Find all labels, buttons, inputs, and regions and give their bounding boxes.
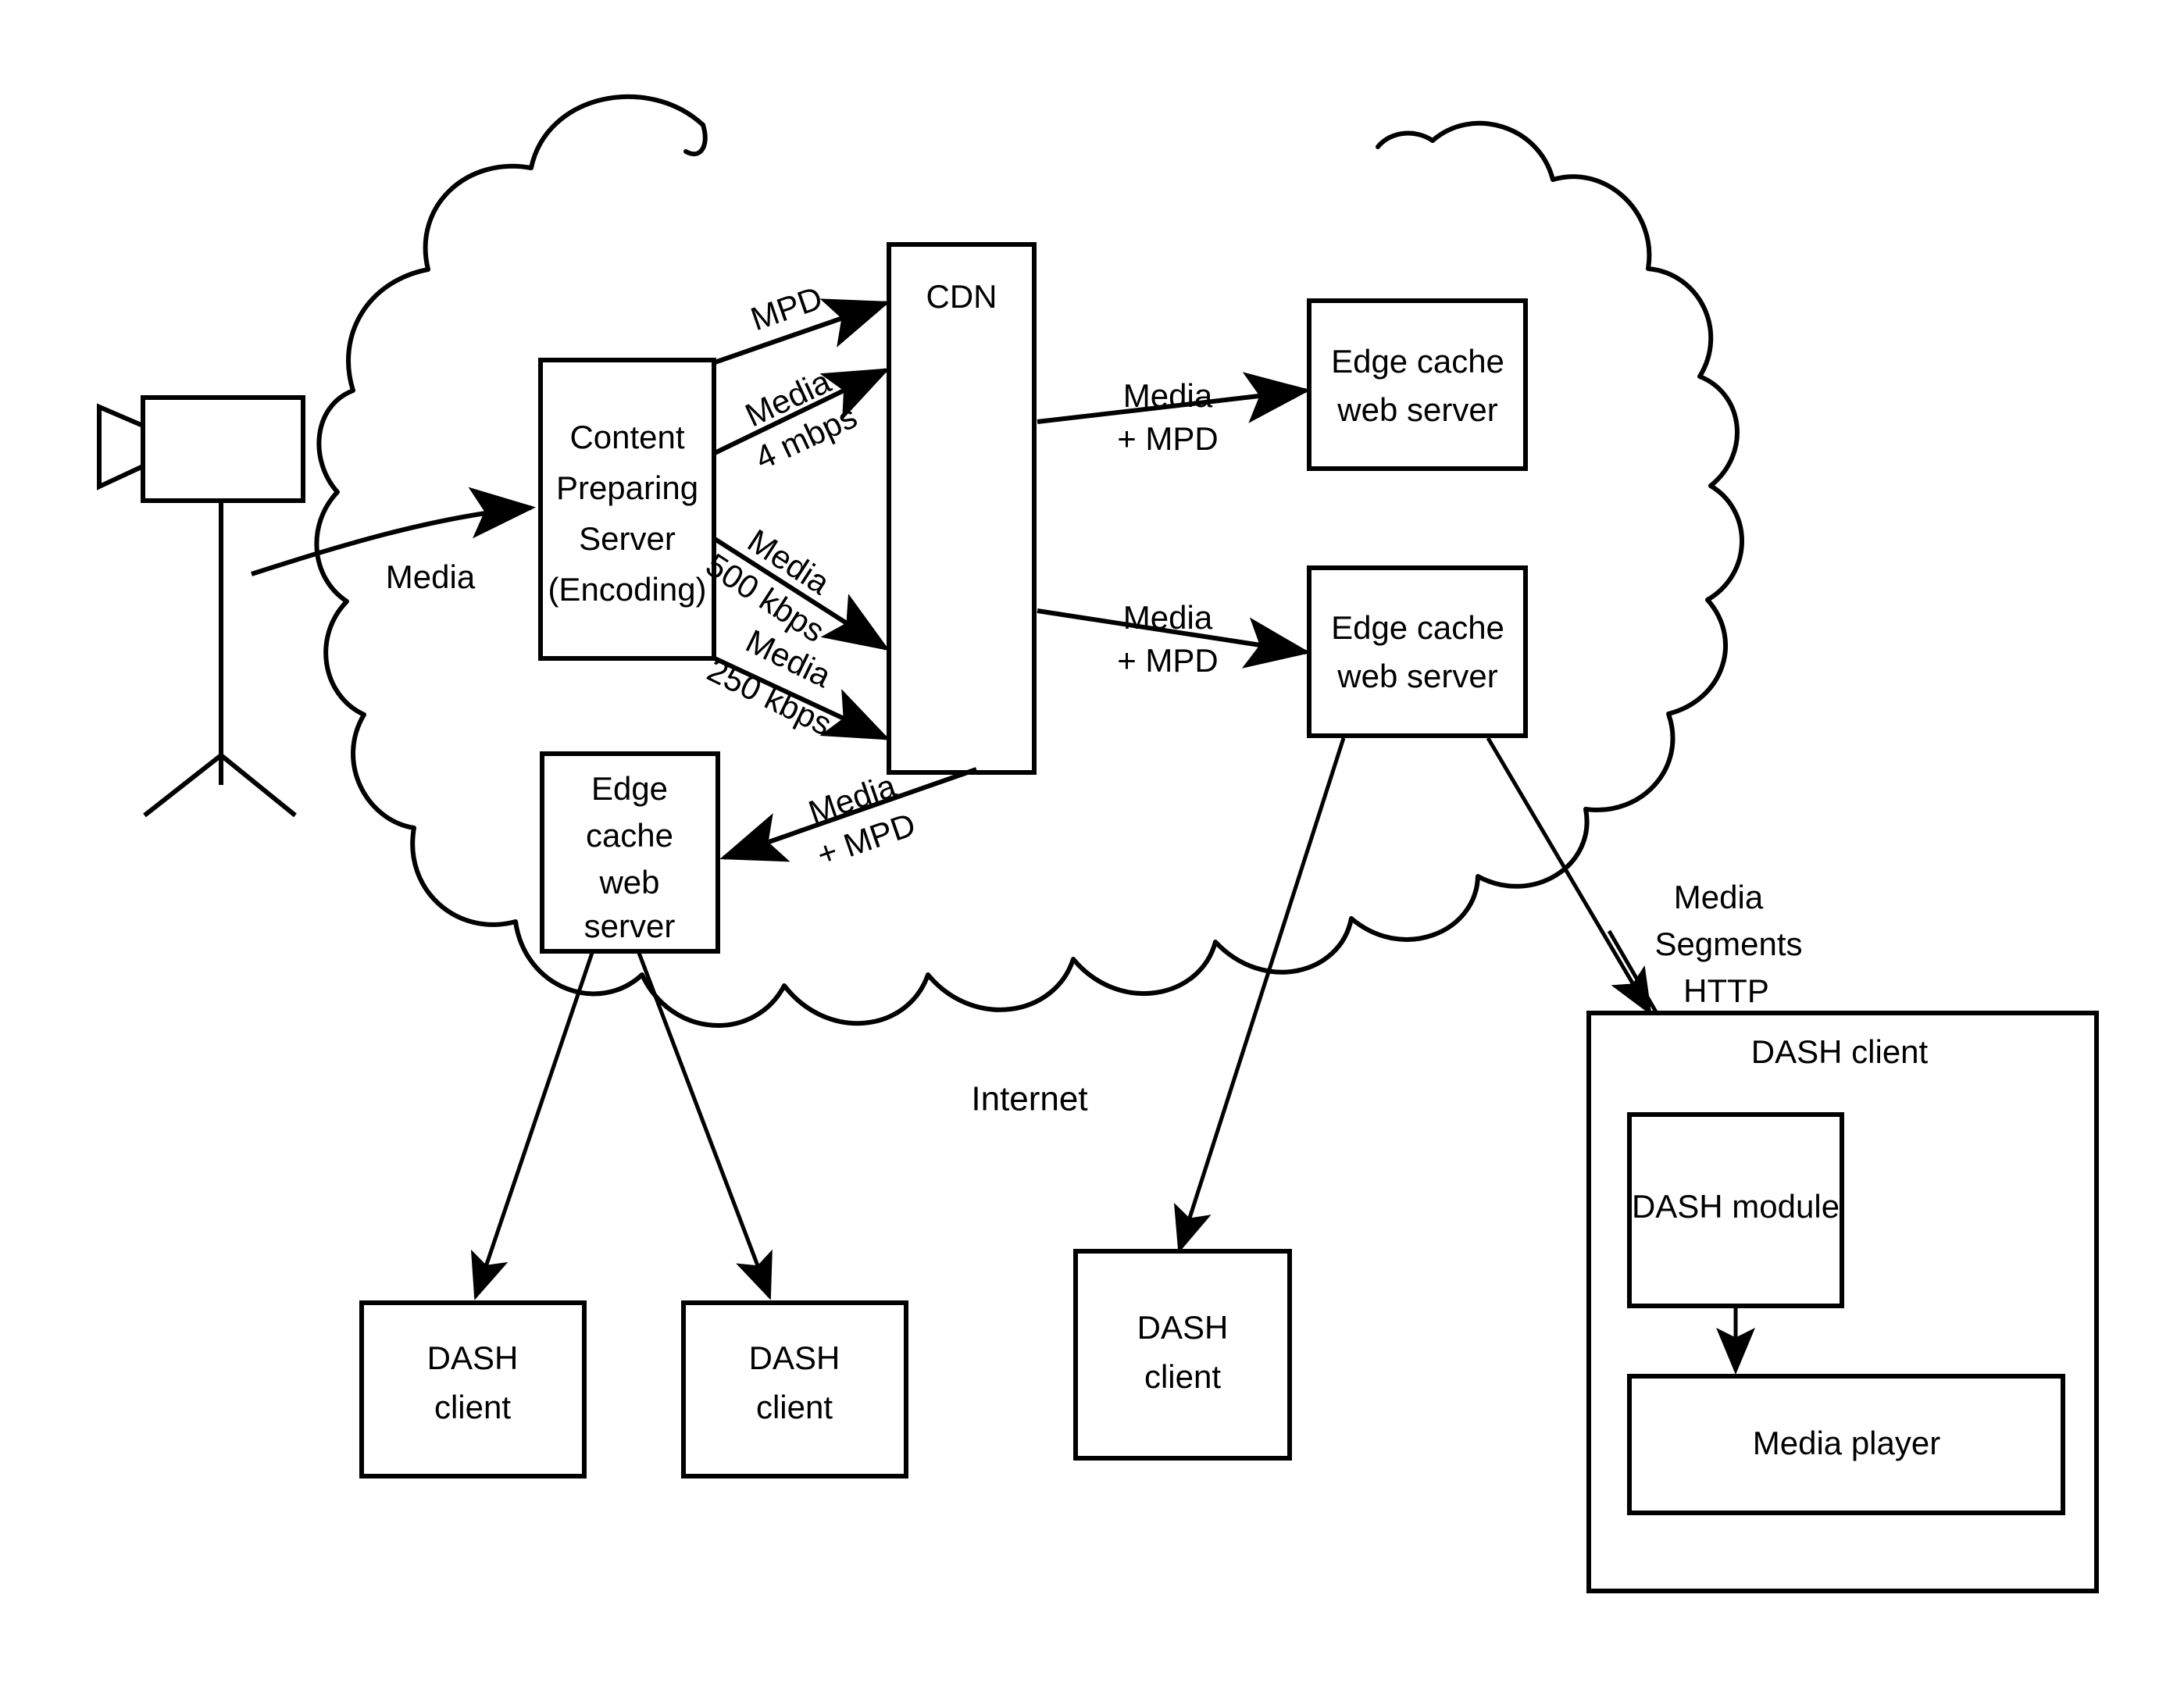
edge-cdn-to-edge-cache-top-label-1: Media [1123,377,1213,414]
node-dash-client-3[interactable]: DASH client [1073,1249,1292,1461]
node-media-player[interactable]: Media player [1627,1374,2065,1515]
edge-cps-to-cdn-500kbps: Media 500 kbps [700,522,890,651]
edge-cps-to-cdn-4mbps: Media 4 mbps [713,362,890,476]
cps-line-1: Content [569,419,684,455]
edge-cdn-to-edge-cache-top-label-2: + MPD [1117,420,1219,457]
edge-cdn-to-edge-cache-left: Media + MPD [719,767,977,873]
internet-label: Internet [971,1080,1087,1118]
dash-client-3-line-2: client [1144,1358,1221,1395]
cps-line-2: Preparing [556,469,698,506]
node-dash-module[interactable]: DASH module [1627,1112,1844,1308]
edge-camera-to-cps-label: Media [386,558,476,595]
node-edge-cache-left[interactable]: Edge cache web server [540,751,720,954]
media-player-label: Media player [1753,1425,1940,1461]
edge-mid-cache-to-dash-client-3 [1173,737,1346,1254]
edge-cache-top-right-line-2: web server [1336,391,1497,428]
edge-mid-cache-to-dash-client-3-line [1173,737,1346,1254]
diagram-canvas: Internet Media Content Preparing Server … [0,0,2184,1705]
edge-media-segments-http-label-2: Segments [1654,926,1802,962]
node-dash-client-2[interactable]: DASH client [681,1300,908,1478]
edge-media-segments-http-label-1: Media [1674,879,1764,915]
cloud-top-hook-right [1376,130,1435,149]
edge-cdn-to-edge-cache-mid-label-2: + MPD [1117,642,1219,679]
edge-cache-left-line-3: web [598,864,659,901]
edge-cache-mid-right-line-2: web server [1336,658,1497,694]
edge-mid-cache-to-dash-client-panel-line-1 [1486,737,1652,1016]
edge-cps-to-cdn-mpd: MPD [714,279,890,365]
edge-cache-top-right-box[interactable] [1307,298,1528,471]
edge-left-cache-to-dash-client-1 [470,952,594,1300]
cloud-top-hook-left [683,123,708,157]
content-preparing-server-box[interactable] [538,358,716,661]
node-edge-cache-top-right[interactable]: Edge cache web server [1307,298,1528,471]
dash-client-panel-label: DASH client [1751,1033,1929,1070]
dash-client-2-line-2: client [756,1389,833,1425]
dash-client-2-line-1: DASH [749,1339,840,1376]
cdn-label: CDN [926,278,997,315]
edge-left-cache-to-dash-client-1-line [470,952,594,1300]
edge-cache-mid-right-line-1: Edge cache [1331,609,1504,646]
video-camera-icon [97,395,305,818]
edge-cache-left-line-2: cache [586,817,673,854]
edge-cache-mid-right-box[interactable] [1307,565,1528,738]
node-dash-client-1[interactable]: DASH client [359,1300,587,1478]
edge-cache-top-right-line-1: Edge cache [1331,343,1504,380]
node-content-preparing-server[interactable]: Content Preparing Server (Encoding) [538,358,716,661]
cps-line-3: Server [579,520,676,557]
dash-client-1-line-1: DASH [427,1339,519,1376]
node-dash-client-panel[interactable]: DASH client DASH module Media player [1586,1011,2099,1593]
dash-client-3-line-1: DASH [1137,1309,1229,1346]
dash-client-3-box[interactable] [1073,1249,1292,1461]
dash-module-label: DASH module [1632,1188,1840,1225]
edge-cdn-to-edge-cache-top: Media + MPD [1037,372,1311,457]
edge-media-segments-http-label-3: HTTP [1683,972,1769,1009]
edge-left-cache-to-dash-client-2 [637,952,773,1300]
node-edge-cache-mid-right[interactable]: Edge cache web server [1307,565,1528,738]
edge-camera-to-content-preparing-server: Media [251,487,536,595]
node-cdn[interactable]: CDN [887,242,1037,775]
architecture-diagram-svg: Internet Media Content Preparing Server … [97,94,2099,1593]
edge-cache-left-line-4: server [584,908,676,944]
edge-cdn-to-edge-cache-mid-label-1: Media [1123,599,1213,636]
edge-cdn-to-edge-cache-mid: Media + MPD [1037,599,1311,679]
edge-left-cache-to-dash-client-2-line [637,952,773,1300]
dash-client-1-line-2: client [434,1389,511,1425]
cdn-box[interactable] [887,242,1037,775]
edge-cache-left-line-1: Edge [591,770,668,807]
cps-line-4: (Encoding) [548,571,706,608]
